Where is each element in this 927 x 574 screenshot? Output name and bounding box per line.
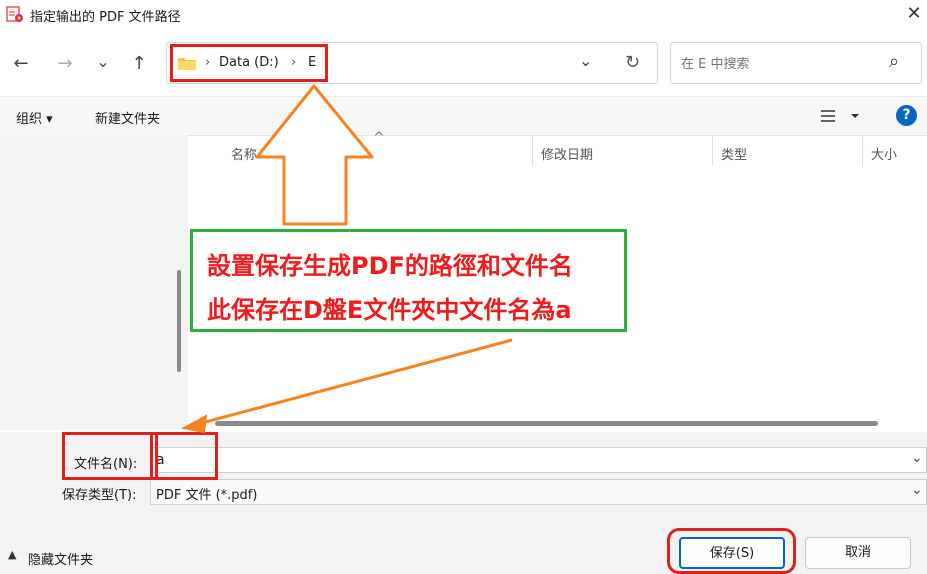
- annotation-box: 設置保存生成PDF的路徑和文件名 此保存在D盤E文件夾中文件名為a: [190, 229, 627, 332]
- diagonal-arrow-shaft: [197, 338, 513, 426]
- annotation-line-1: 設置保存生成PDF的路徑和文件名: [207, 252, 573, 280]
- up-arrow-annotation: [255, 84, 374, 226]
- annotation-line-2: 此保存在D盤E文件夾中文件名為a: [207, 296, 572, 324]
- diagonal-arrow-head: [181, 414, 208, 434]
